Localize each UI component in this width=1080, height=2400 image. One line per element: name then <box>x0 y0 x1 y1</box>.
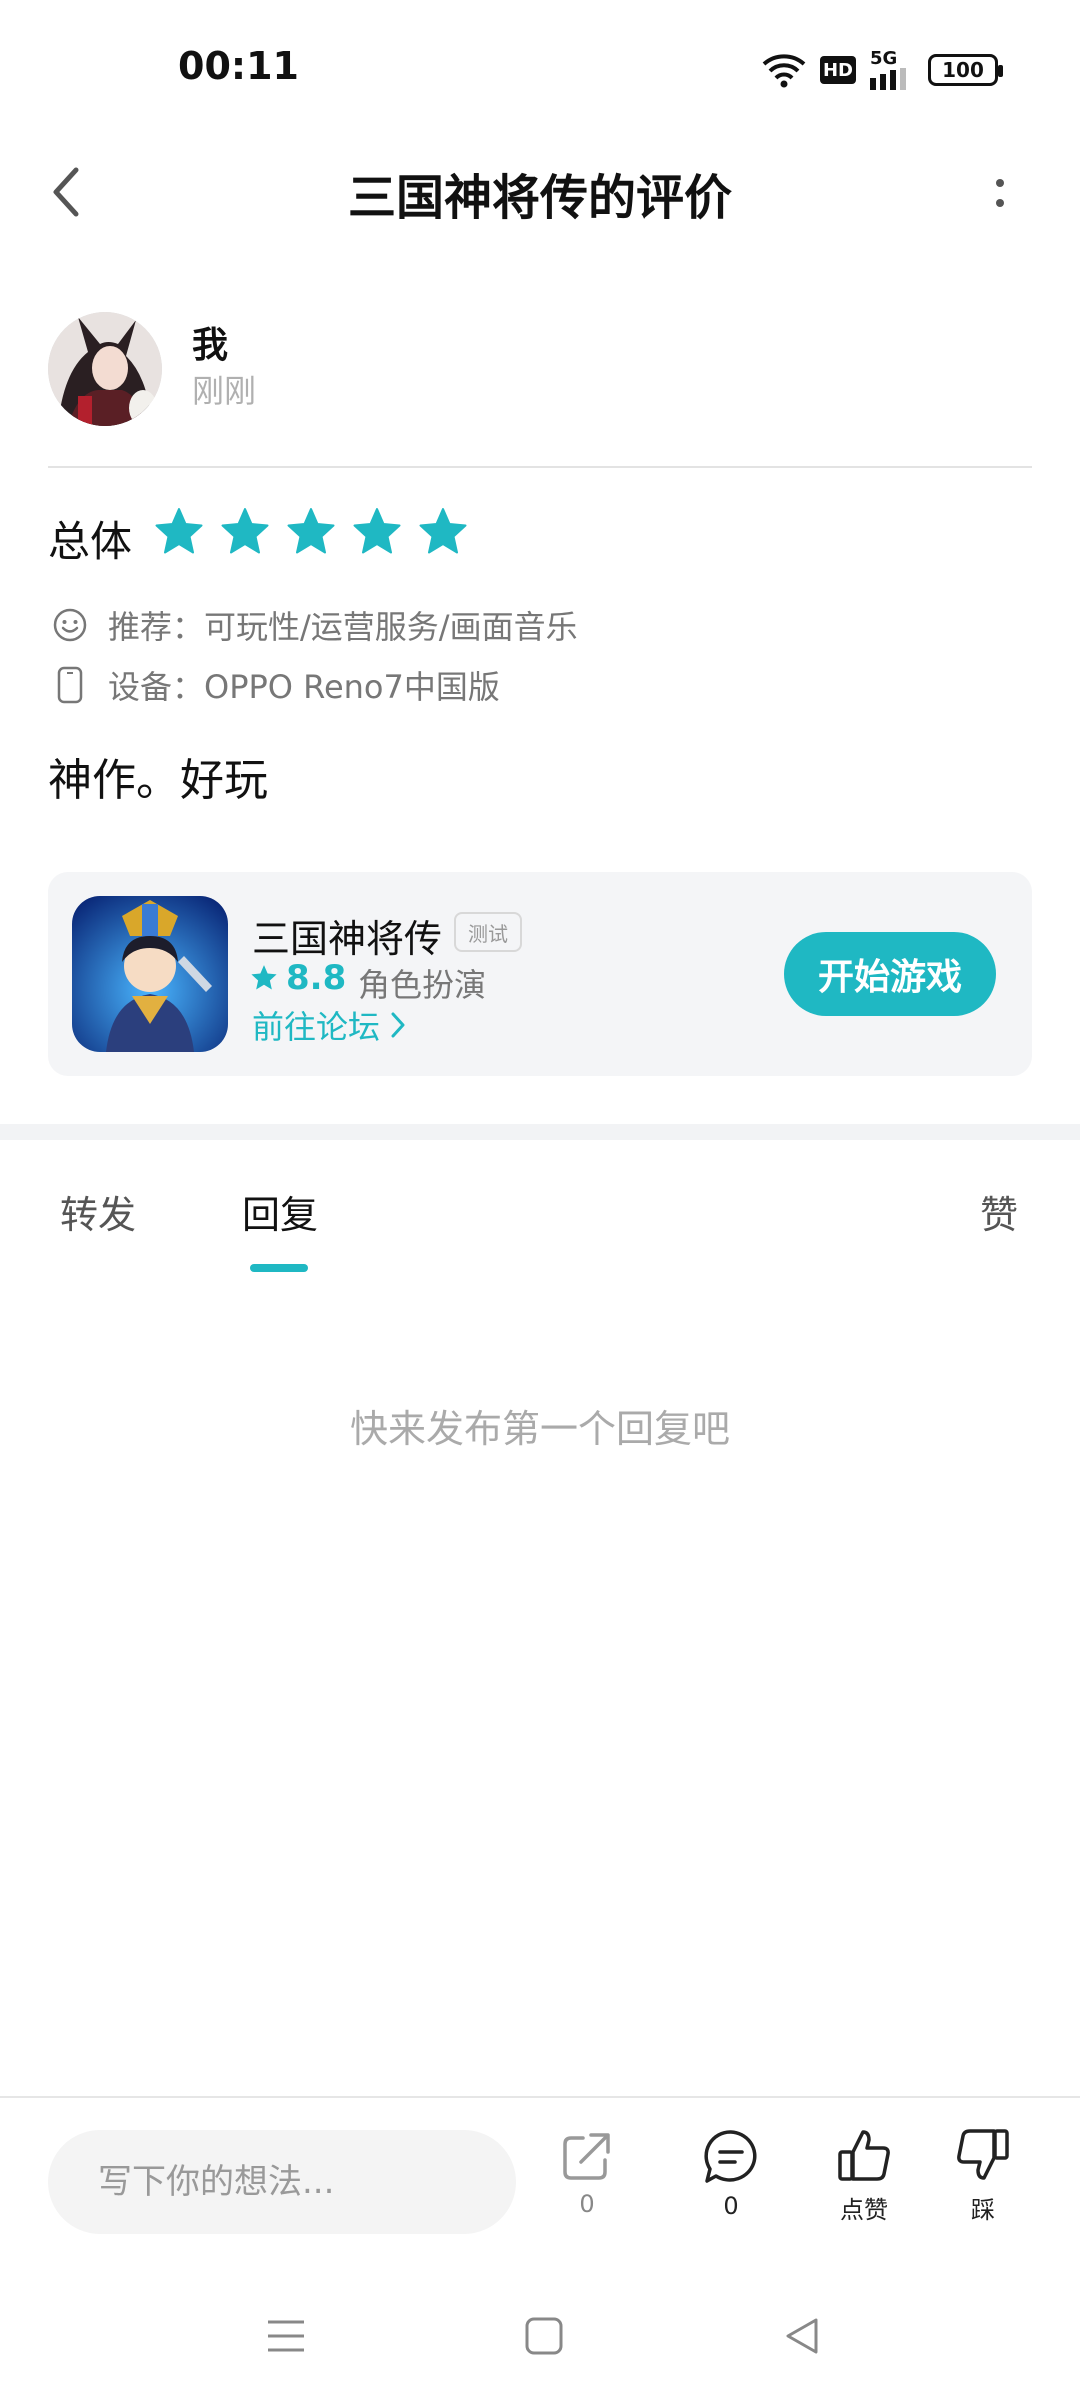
device-value: OPPO Reno7中国版 <box>204 668 500 706</box>
overall-rating-label: 总体 <box>48 517 133 566</box>
comment-icon <box>704 2130 757 2183</box>
more-dot-icon <box>996 199 1004 207</box>
device-row: 设备：OPPO Reno7中国版 <box>50 662 500 708</box>
share-count: 0 <box>579 2190 595 2218</box>
star-icon <box>221 508 269 554</box>
signal-icon <box>870 68 906 90</box>
page-title: 三国神将传的评价 <box>347 170 732 226</box>
star-icon <box>251 965 277 990</box>
forum-link-label: 前往论坛 <box>252 1008 381 1046</box>
post-time: 刚刚 <box>192 372 257 410</box>
tab-reply[interactable]: 回复 <box>242 1184 318 1239</box>
tab-forward[interactable]: 转发 <box>60 1184 136 1239</box>
share-icon <box>563 2133 610 2180</box>
star-icon <box>155 508 203 554</box>
phone-icon <box>50 665 90 705</box>
thumbs-up-icon <box>838 2130 890 2181</box>
game-name[interactable]: 三国神将传 <box>252 908 442 963</box>
star-icon <box>353 508 401 554</box>
recommend-row: 推荐：可玩性/运营服务/画面音乐 <box>50 602 578 648</box>
forum-link[interactable]: 前往论坛 <box>252 1002 406 1048</box>
like-label: 点赞 <box>840 2196 888 2224</box>
like-button[interactable]: 点赞 <box>826 2126 902 2225</box>
status-time: 00:11 <box>178 44 299 88</box>
battery-level: 100 <box>942 58 984 82</box>
more-dot-icon <box>996 179 1004 187</box>
section-separator <box>0 1124 1080 1140</box>
star-rating <box>154 507 468 557</box>
star-icon <box>419 508 467 554</box>
chevron-right-icon <box>391 1012 405 1038</box>
game-rating: 8.8 <box>250 958 346 998</box>
user-name[interactable]: 我 <box>192 316 228 368</box>
signal-indicator: 5G <box>870 50 914 90</box>
nav-menu-button[interactable] <box>256 2306 316 2366</box>
avatar[interactable] <box>48 312 162 426</box>
game-icon[interactable] <box>72 896 228 1052</box>
nav-home-button[interactable] <box>514 2306 574 2366</box>
battery-icon: 100 <box>928 54 1003 86</box>
comment-count: 0 <box>723 2192 739 2220</box>
nav-back-button[interactable] <box>772 2306 832 2366</box>
game-tag: 测试 <box>454 912 522 952</box>
more-options-button[interactable] <box>980 158 1020 228</box>
recommend-label: 推荐： <box>108 608 205 646</box>
home-square-icon <box>525 2317 563 2355</box>
status-icons: HD 5G 100 <box>762 48 1003 92</box>
triangle-back-icon <box>786 2318 818 2354</box>
comment-button[interactable]: 0 <box>696 2128 766 2220</box>
game-score: 8.8 <box>286 958 347 998</box>
game-icon-image <box>72 896 228 1052</box>
start-game-button[interactable]: 开始游戏 <box>784 932 996 1016</box>
avatar-image <box>48 312 162 426</box>
hd-indicator: HD <box>820 56 856 84</box>
divider <box>48 466 1032 468</box>
star-icon <box>287 508 335 554</box>
tab-indicator <box>250 1264 308 1272</box>
dislike-button[interactable]: 踩 <box>948 2126 1018 2225</box>
menu-icon <box>268 2320 304 2352</box>
bottom-divider <box>0 2096 1080 2098</box>
device-label: 设备： <box>108 668 205 706</box>
thumbs-down-icon <box>957 2129 1009 2180</box>
review-text: 神作。好玩 <box>48 755 268 806</box>
recommend-value: 可玩性/运营服务/画面音乐 <box>204 608 578 646</box>
comment-input[interactable] <box>48 2130 516 2234</box>
tab-like[interactable]: 赞 <box>980 1184 1018 1239</box>
game-genre: 角色扮演 <box>358 966 487 1004</box>
smile-icon <box>50 605 90 645</box>
share-button[interactable]: 0 <box>552 2128 622 2218</box>
empty-state-text: 快来发布第一个回复吧 <box>349 1407 730 1451</box>
network-type: 5G <box>870 48 898 69</box>
dislike-label: 踩 <box>971 2196 995 2224</box>
wifi-icon <box>762 54 806 88</box>
